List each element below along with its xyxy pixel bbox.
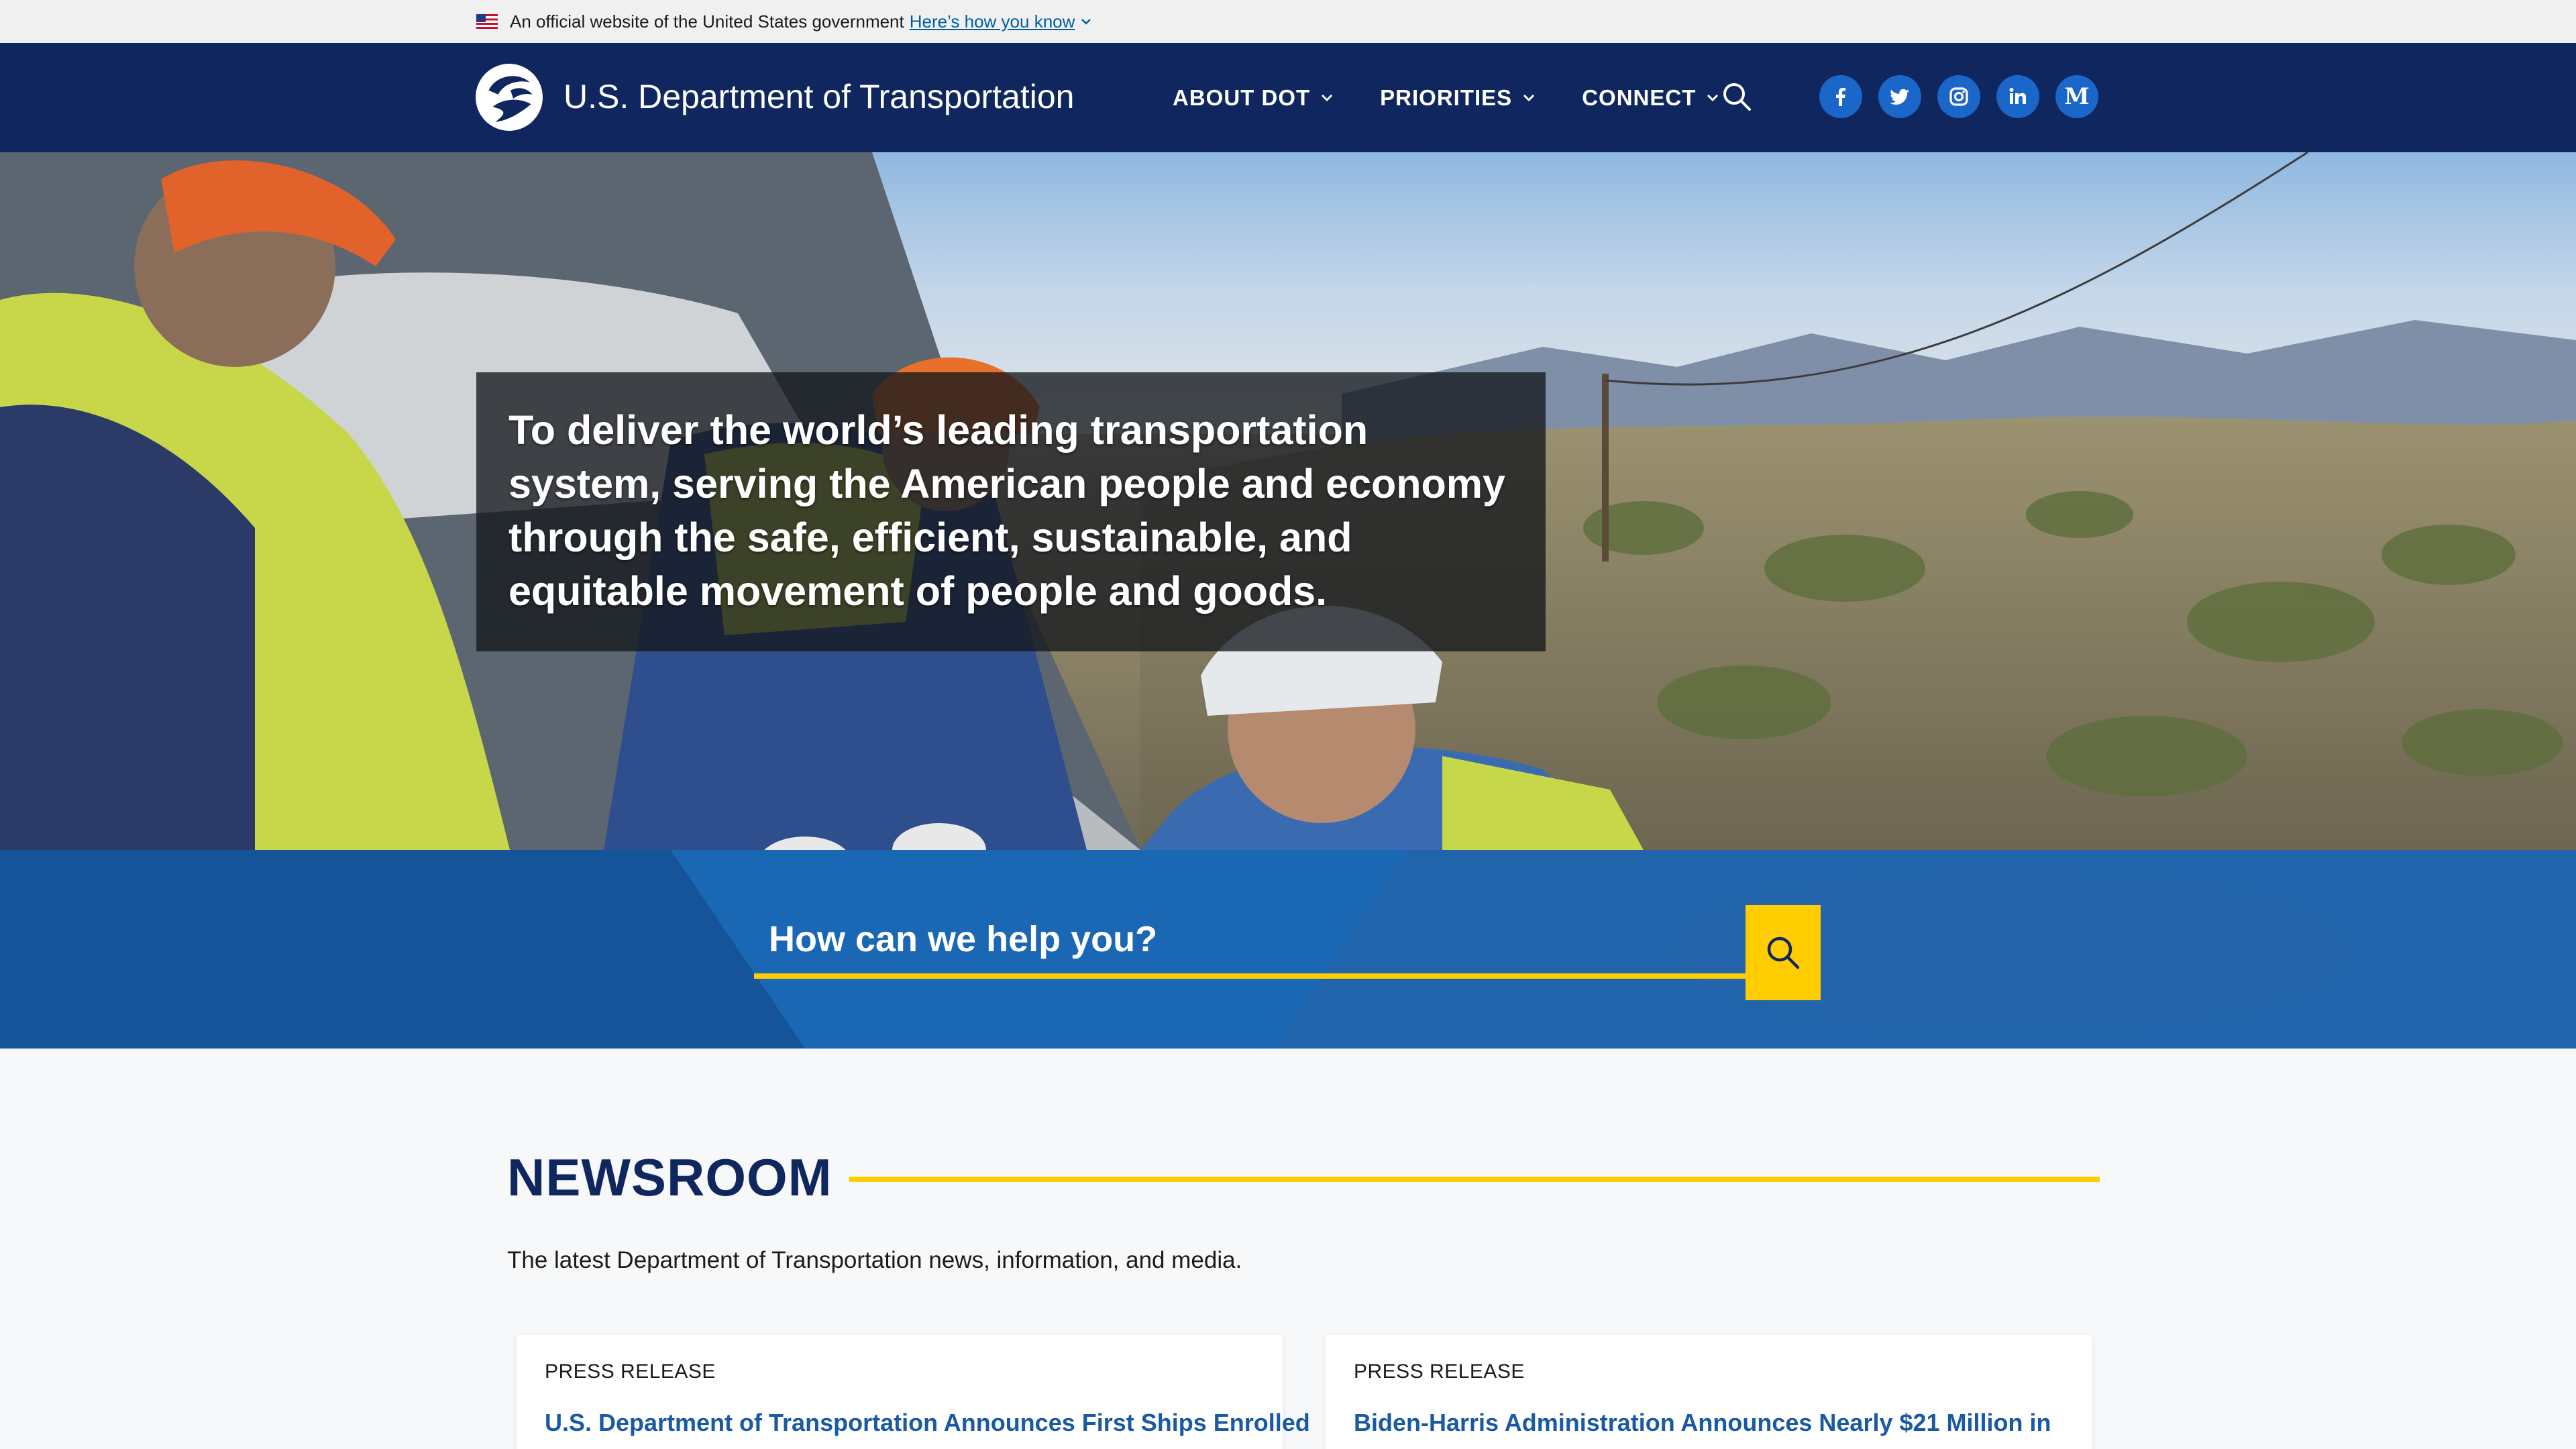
hero-banner: To deliver the world’s leading transport…: [0, 152, 2576, 850]
chevron-down-icon: [1523, 94, 1535, 102]
instagram-icon[interactable]: [1937, 75, 1980, 118]
chevron-down-icon: [1707, 94, 1719, 102]
chevron-down-icon[interactable]: [1081, 17, 1091, 26]
site-title[interactable]: U.S. Department of Transportation: [564, 76, 1074, 117]
search-icon: [1767, 936, 1800, 969]
newsroom-subtitle: The latest Department of Transportation …: [507, 1247, 1242, 1273]
gov-banner: An official website of the United States…: [0, 0, 2576, 43]
medium-glyph: M: [2064, 83, 2090, 110]
news-card[interactable]: PRESS RELEASE U.S. Department of Transpo…: [517, 1335, 1310, 1449]
mission-box: To deliver the world’s leading transport…: [476, 372, 1546, 651]
nav-connect-label: CONNECT: [1582, 85, 1697, 110]
news-card-type: PRESS RELEASE: [1354, 1360, 1525, 1383]
mission-statement: To deliver the world’s leading transport…: [508, 407, 1505, 614]
facebook-icon[interactable]: [1819, 75, 1862, 118]
news-card[interactable]: PRESS RELEASE Biden-Harris Administratio…: [1326, 1335, 2092, 1449]
gov-banner-content: An official website of the United States…: [476, 0, 1091, 43]
nav-about-dot-label: ABOUT DOT: [1173, 85, 1311, 110]
newsroom-divider: [849, 1177, 2100, 1182]
nav-about-dot[interactable]: ABOUT DOT: [1173, 85, 1333, 111]
news-card-type: PRESS RELEASE: [545, 1360, 716, 1383]
search-icon[interactable]: [1721, 81, 1752, 112]
medium-icon[interactable]: M: [2055, 75, 2098, 118]
site-search-input[interactable]: [754, 905, 1747, 979]
nav-priorities-label: PRIORITIES: [1380, 85, 1513, 110]
news-card-headline-link[interactable]: Biden-Harris Administration Announces Ne…: [1354, 1409, 2051, 1437]
heres-how-you-know-link[interactable]: Here’s how you know: [910, 11, 1075, 32]
nav-priorities[interactable]: PRIORITIES: [1380, 85, 1535, 111]
social-links: M: [1819, 75, 2114, 118]
newsroom-heading: NEWSROOM: [507, 1148, 833, 1207]
linkedin-icon[interactable]: [1996, 75, 2039, 118]
chevron-down-icon: [1322, 94, 1333, 102]
us-flag-icon: [476, 14, 498, 29]
main-nav: ABOUT DOT PRIORITIES CONNECT: [1173, 81, 1766, 115]
site-header: U.S. Department of Transportation ABOUT …: [0, 43, 2576, 152]
twitter-icon[interactable]: [1878, 75, 1921, 118]
gov-banner-text: An official website of the United States…: [510, 11, 904, 32]
nav-connect[interactable]: CONNECT: [1582, 85, 1719, 111]
search-band: [0, 850, 2576, 1049]
search-submit-button[interactable]: [1746, 905, 1821, 1000]
dot-logo-icon[interactable]: [475, 63, 543, 131]
news-card-headline-link[interactable]: U.S. Department of Transportation Announ…: [545, 1409, 1310, 1437]
